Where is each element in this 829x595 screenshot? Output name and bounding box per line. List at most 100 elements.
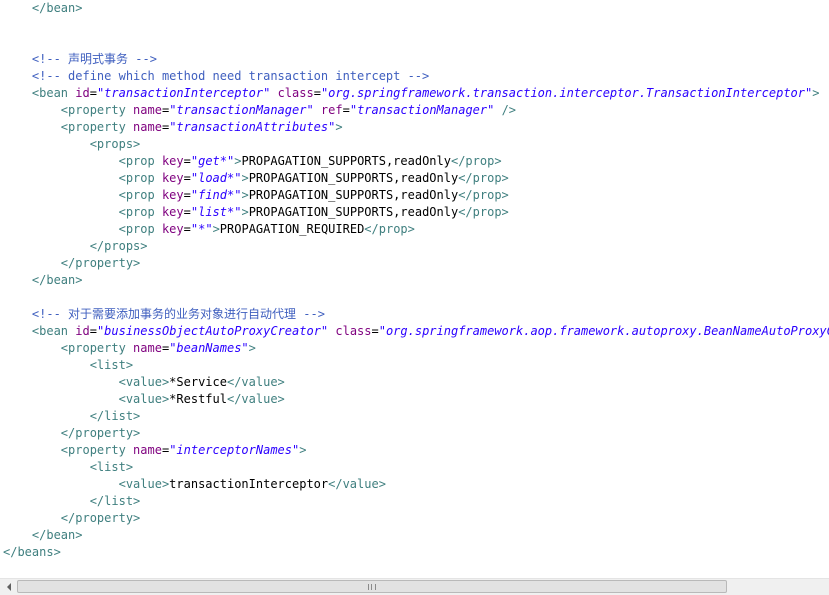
code-line: <props> xyxy=(3,136,141,153)
xml-tag: > xyxy=(241,171,249,185)
xml-comment: <!-- 对于需要添加事务的业务对象进行自动代理 --> xyxy=(31,307,325,321)
scroll-left-button[interactable] xyxy=(0,579,17,595)
scrollbar-thumb[interactable] xyxy=(17,580,727,593)
xml-tag: </prop> xyxy=(458,171,509,185)
xml-tag: </prop> xyxy=(458,188,509,202)
horizontal-scrollbar[interactable] xyxy=(0,578,829,595)
xml-tag: <prop xyxy=(118,171,162,185)
code-line: <list> xyxy=(3,357,133,374)
xml-text: PROPAGATION_REQUIRED xyxy=(219,222,365,236)
xml-tag: <prop xyxy=(118,205,162,219)
xml-tag: </property> xyxy=(60,511,141,525)
code-line: </bean> xyxy=(3,272,83,289)
xml-attribute: key xyxy=(161,154,184,168)
xml-attribute: name xyxy=(133,443,162,457)
xml-attribute: class xyxy=(277,86,314,100)
xml-attribute-value: "businessObjectAutoProxyCreator" xyxy=(96,324,329,338)
xml-tag: > xyxy=(212,222,220,236)
xml-attribute-value: "get*" xyxy=(190,154,235,168)
code-line: <prop key="load*">PROPAGATION_SUPPORTS,r… xyxy=(3,170,509,187)
xml-attribute: name xyxy=(133,103,162,117)
xml-tag: </prop> xyxy=(450,154,502,168)
xml-tag: </list> xyxy=(89,409,141,423)
code-line: <!-- 声明式事务 --> xyxy=(3,51,157,68)
xml-text: = xyxy=(183,222,191,236)
xml-attribute: id xyxy=(75,324,90,338)
xml-tag: </props> xyxy=(89,239,148,253)
xml-tag: </property> xyxy=(60,256,141,270)
xml-tag: <property xyxy=(60,341,134,355)
xml-tag: </beans> xyxy=(3,545,61,559)
xml-tag: <bean xyxy=(31,324,76,338)
xml-code-viewer[interactable]: </bean> <!-- 声明式事务 --> <!-- define which… xyxy=(0,0,829,578)
xml-tag: > xyxy=(248,341,256,355)
xml-attribute-value: "transactionInterceptor" xyxy=(96,86,271,100)
xml-tag: > xyxy=(812,86,820,100)
xml-attribute: key xyxy=(161,222,184,236)
grip-icon xyxy=(368,583,376,590)
xml-tag: </list> xyxy=(89,494,141,508)
xml-attribute-value: "org.springframework.aop.framework.autop… xyxy=(378,324,829,338)
code-line: <prop key="*">PROPAGATION_REQUIRED</prop… xyxy=(3,221,415,238)
xml-tag: <value> xyxy=(118,392,170,406)
xml-text: *Restful xyxy=(169,392,227,406)
code-line: <prop key="find*">PROPAGATION_SUPPORTS,r… xyxy=(3,187,509,204)
xml-text xyxy=(314,103,321,117)
xml-text xyxy=(494,103,501,117)
code-line: <list> xyxy=(3,459,133,476)
code-line: </beans> xyxy=(3,544,61,561)
xml-attribute-value: "transactionManager" xyxy=(349,103,495,117)
code-line: </list> xyxy=(3,493,141,510)
xml-text: = xyxy=(183,171,191,185)
xml-attribute: name xyxy=(133,341,162,355)
xml-tag: </property> xyxy=(60,426,141,440)
xml-tag: > xyxy=(335,120,343,134)
code-line: </property> xyxy=(3,510,140,527)
code-line: <value>transactionInterceptor</value> xyxy=(3,476,386,493)
xml-text: transactionInterceptor xyxy=(169,477,329,491)
xml-tag: <property xyxy=(60,443,134,457)
xml-tag: </bean> xyxy=(31,1,83,15)
xml-text xyxy=(270,86,277,100)
xml-text: = xyxy=(183,154,191,168)
code-line: </list> xyxy=(3,408,141,425)
xml-tag: <props> xyxy=(89,137,141,151)
xml-text: = xyxy=(183,205,191,219)
xml-text: PROPAGATION_SUPPORTS,readOnly xyxy=(241,154,451,168)
xml-attribute-value: "beanNames" xyxy=(169,341,249,355)
xml-text: = xyxy=(89,324,97,338)
code-line: <prop key="get*">PROPAGATION_SUPPORTS,re… xyxy=(3,153,502,170)
xml-attribute: key xyxy=(161,188,184,202)
xml-tag: > xyxy=(299,443,307,457)
xml-attribute: class xyxy=(335,324,372,338)
code-line: </property> xyxy=(3,255,140,272)
xml-attribute-value: "load*" xyxy=(190,171,242,185)
xml-attribute-value: "transactionManager" xyxy=(169,103,314,117)
code-line: </property> xyxy=(3,425,140,442)
code-line: <property name="transactionAttributes"> xyxy=(3,119,343,136)
code-line: </props> xyxy=(3,238,148,255)
xml-attribute: key xyxy=(161,205,184,219)
